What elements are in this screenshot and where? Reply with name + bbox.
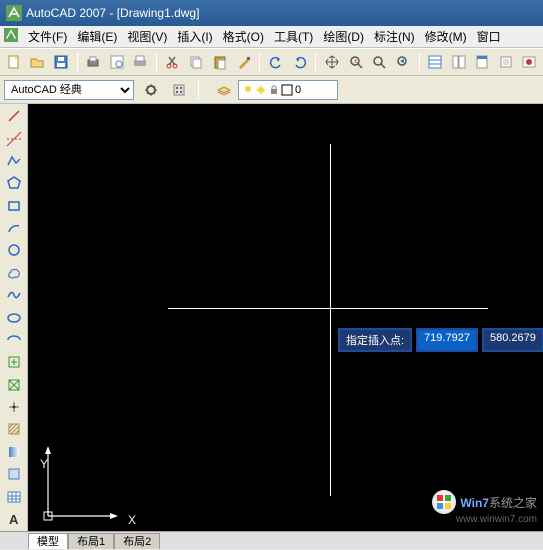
- gradient-tool[interactable]: [3, 442, 25, 462]
- menu-draw[interactable]: 绘图(D): [323, 28, 364, 45]
- markup-button[interactable]: [520, 51, 540, 73]
- menu-view[interactable]: 视图(V): [127, 28, 167, 45]
- line-tool[interactable]: [3, 106, 25, 126]
- layout-tabstrip: 模型 布局1 布局2: [0, 531, 543, 549]
- draw-toolbar: A: [0, 104, 28, 531]
- menu-label[interactable]: 标注(N): [374, 28, 415, 45]
- layer-toolbar: 0: [213, 79, 338, 101]
- spline-tool[interactable]: [3, 285, 25, 305]
- circle-tool[interactable]: [3, 240, 25, 260]
- menu-modify[interactable]: 修改(M): [425, 28, 467, 45]
- arc-tool[interactable]: [3, 218, 25, 238]
- menu-file[interactable]: 文件(F): [28, 28, 67, 45]
- polygon-tool[interactable]: [3, 173, 25, 193]
- workspace-settings-icon[interactable]: [140, 79, 162, 101]
- ucs-icon: [38, 436, 128, 526]
- workspace-lock-icon[interactable]: [168, 79, 190, 101]
- paste-button[interactable]: [210, 51, 230, 73]
- undo-button[interactable]: [266, 51, 286, 73]
- svg-text:A: A: [9, 512, 19, 527]
- make-block-tool[interactable]: [3, 375, 25, 395]
- open-button[interactable]: [28, 51, 48, 73]
- layer-bulb-icon: [243, 85, 253, 95]
- title-bar: AutoCAD 2007 - [Drawing1.dwg]: [0, 0, 543, 26]
- coord-y-input[interactable]: 580.2679: [482, 328, 543, 352]
- pan-button[interactable]: [322, 51, 342, 73]
- crosshair-horizontal: [168, 308, 488, 309]
- window-title: AutoCAD 2007 - [Drawing1.dwg]: [26, 6, 199, 20]
- revision-cloud-tool[interactable]: [3, 263, 25, 283]
- plot-preview-button[interactable]: [107, 51, 127, 73]
- workspace-toolbar: AutoCAD 经典 0: [0, 76, 543, 104]
- prompt-label: 指定插入点:: [338, 328, 412, 352]
- save-button[interactable]: [51, 51, 71, 73]
- zoom-window-button[interactable]: [369, 51, 389, 73]
- region-tool[interactable]: [3, 464, 25, 484]
- point-tool[interactable]: [3, 397, 25, 417]
- new-button[interactable]: [4, 51, 24, 73]
- autocad-app-icon: [6, 5, 22, 21]
- layer-color-icon: [282, 85, 292, 95]
- print-button[interactable]: [84, 51, 104, 73]
- watermark-url: www.winwin7.com: [456, 514, 537, 525]
- zoom-previous-button[interactable]: [393, 51, 413, 73]
- menu-window[interactable]: 窗口: [477, 28, 501, 45]
- menu-edit[interactable]: 编辑(E): [77, 28, 117, 45]
- hatch-tool[interactable]: [3, 419, 25, 439]
- properties-button[interactable]: [426, 51, 446, 73]
- construction-line-tool[interactable]: [3, 128, 25, 148]
- doc-icon: [4, 28, 18, 45]
- drawing-canvas[interactable]: 指定插入点: 719.7927 580.2679 Y X Win7系统之家 ww…: [28, 104, 543, 531]
- copy-button[interactable]: [187, 51, 207, 73]
- zoom-realtime-button[interactable]: ±: [346, 51, 366, 73]
- coord-x-input[interactable]: 719.7927: [416, 328, 478, 352]
- menu-insert[interactable]: 插入(I): [177, 28, 212, 45]
- table-tool[interactable]: [3, 486, 25, 506]
- workspace-select[interactable]: AutoCAD 经典: [4, 80, 134, 100]
- crosshair-vertical: [330, 144, 331, 496]
- main-area: A 指定插入点: 719.7927 580.2679 Y X: [0, 104, 543, 531]
- menu-format[interactable]: 格式(O): [223, 28, 264, 45]
- layer-sun-icon: [256, 85, 266, 95]
- layer-current-box[interactable]: 0: [238, 80, 338, 100]
- design-center-button[interactable]: [449, 51, 469, 73]
- dynamic-input: 指定插入点: 719.7927 580.2679: [338, 328, 543, 352]
- sheet-set-button[interactable]: [496, 51, 516, 73]
- ellipse-arc-tool[interactable]: [3, 330, 25, 350]
- redo-button[interactable]: [290, 51, 310, 73]
- menu-bar: 文件(F) 编辑(E) 视图(V) 插入(I) 格式(O) 工具(T) 绘图(D…: [0, 26, 543, 48]
- polyline-tool[interactable]: [3, 151, 25, 171]
- ucs-x-label: X: [128, 513, 136, 527]
- ellipse-tool[interactable]: [3, 307, 25, 327]
- watermark: Win7系统之家 www.winwin7.com: [432, 490, 537, 525]
- menu-tools[interactable]: 工具(T): [274, 28, 313, 45]
- insert-block-tool[interactable]: [3, 352, 25, 372]
- publish-button[interactable]: [131, 51, 151, 73]
- windows-flag-icon: [432, 490, 456, 514]
- layer-lock-icon: [269, 85, 279, 95]
- standard-toolbar: ±: [0, 48, 543, 76]
- layer-properties-button[interactable]: [213, 79, 235, 101]
- rectangle-tool[interactable]: [3, 196, 25, 216]
- text-tool[interactable]: A: [3, 509, 25, 529]
- match-properties-button[interactable]: [234, 51, 254, 73]
- cut-button[interactable]: [163, 51, 183, 73]
- tool-palettes-button[interactable]: [473, 51, 493, 73]
- layer-name: 0: [295, 84, 301, 96]
